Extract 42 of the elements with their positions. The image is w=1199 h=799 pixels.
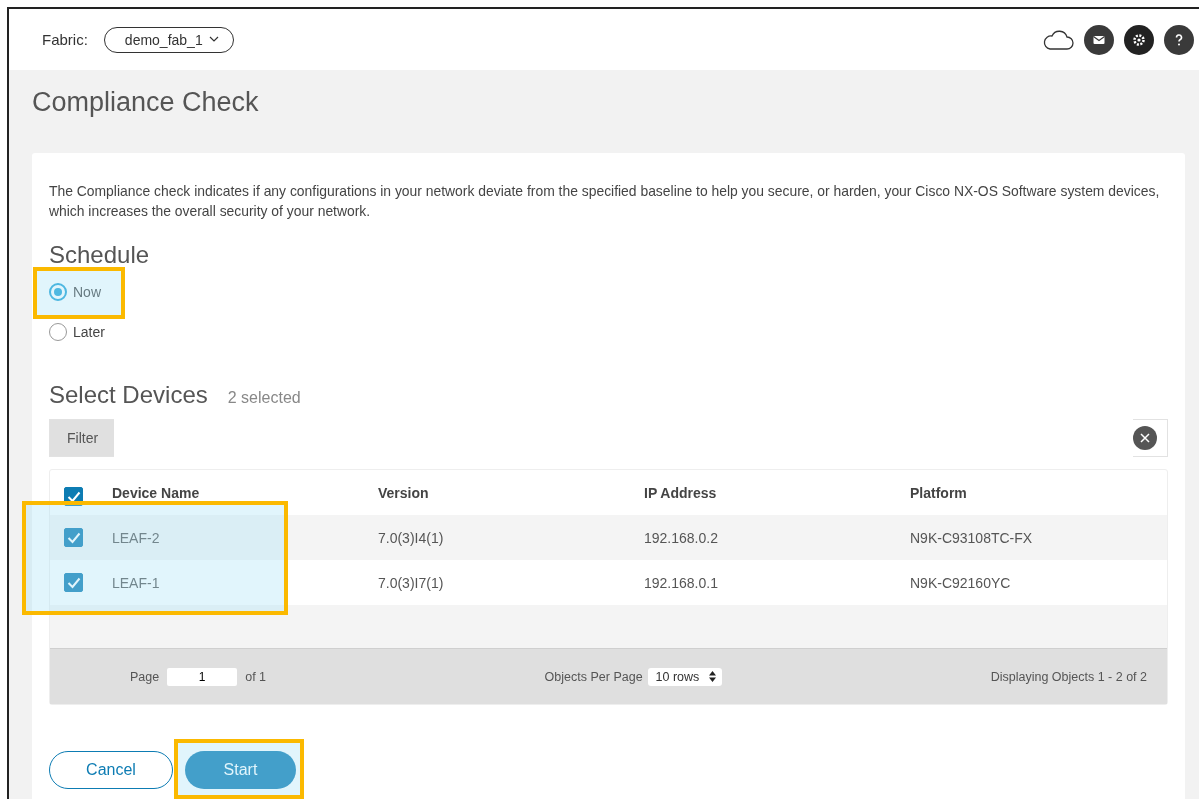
radio-label[interactable]: Now	[73, 284, 101, 300]
help-icon[interactable]	[1164, 24, 1194, 55]
rows-per-page-dropdown[interactable]: 10 rows	[647, 667, 723, 686]
page-title: Compliance Check	[32, 86, 260, 119]
radio-button[interactable]	[49, 323, 67, 341]
settings-icon[interactable]	[1124, 24, 1154, 55]
section-title: Schedule	[49, 241, 151, 269]
description-text: The Compliance check indicates if any configurations in your network deviate from the specified baseline to help you secure, or harden, your Cisco NX-OS Software system devices, which increases the overall security of your network.	[49, 182, 1161, 221]
table-cell-text: 7.0(3)I7(1)	[378, 574, 445, 591]
section-title: Select Devices	[49, 381, 208, 409]
table-cell-text: LEAF-2	[112, 529, 161, 546]
column-header[interactable]: Version	[378, 484, 644, 501]
fabric-dropdown[interactable]: demo_fab_1	[103, 26, 234, 53]
table-cell-text: 7.0(3)I4(1)	[378, 529, 445, 546]
table-cell-text: 192.168.0.2	[644, 529, 719, 546]
selection-count: 2 selected	[227, 389, 301, 407]
radio-button[interactable]	[49, 283, 67, 301]
table-cell-text: 192.168.0.1	[644, 574, 719, 591]
page-total: of 1	[245, 669, 267, 684]
table-cell-text: LEAF-1	[112, 574, 161, 591]
table-cell-text: N9K-C93108TC-FX	[910, 529, 1034, 546]
select-all-checkbox[interactable]	[64, 487, 83, 506]
row-checkbox[interactable]	[64, 528, 83, 547]
sort-arrows-icon	[709, 671, 717, 682]
column-header[interactable]: IP Address	[644, 484, 910, 501]
cloud-icon[interactable]	[1042, 28, 1074, 51]
per-page-label: Objects Per Page	[544, 669, 643, 684]
cancel-button[interactable]: Cancel	[49, 751, 173, 789]
row-checkbox[interactable]	[64, 573, 83, 592]
column-header[interactable]: Device Name	[112, 484, 378, 501]
page-field[interactable]: 1	[167, 667, 238, 686]
display-count: Displaying Objects 1 - 2 of 2	[990, 669, 1148, 684]
table-cell-text: N9K-C92160YC	[910, 574, 1012, 591]
chevron-icon	[208, 36, 219, 43]
radio-label[interactable]: Later	[73, 324, 105, 340]
mail-icon[interactable]	[1084, 24, 1114, 55]
filter-field[interactable]: Filter	[49, 419, 1168, 457]
fabric-label: Fabric:	[42, 31, 88, 48]
clear-icon[interactable]	[1133, 426, 1157, 450]
column-header[interactable]: Platform	[910, 484, 1167, 501]
page-label: Page	[130, 669, 160, 684]
filter-label: Filter	[50, 420, 115, 456]
